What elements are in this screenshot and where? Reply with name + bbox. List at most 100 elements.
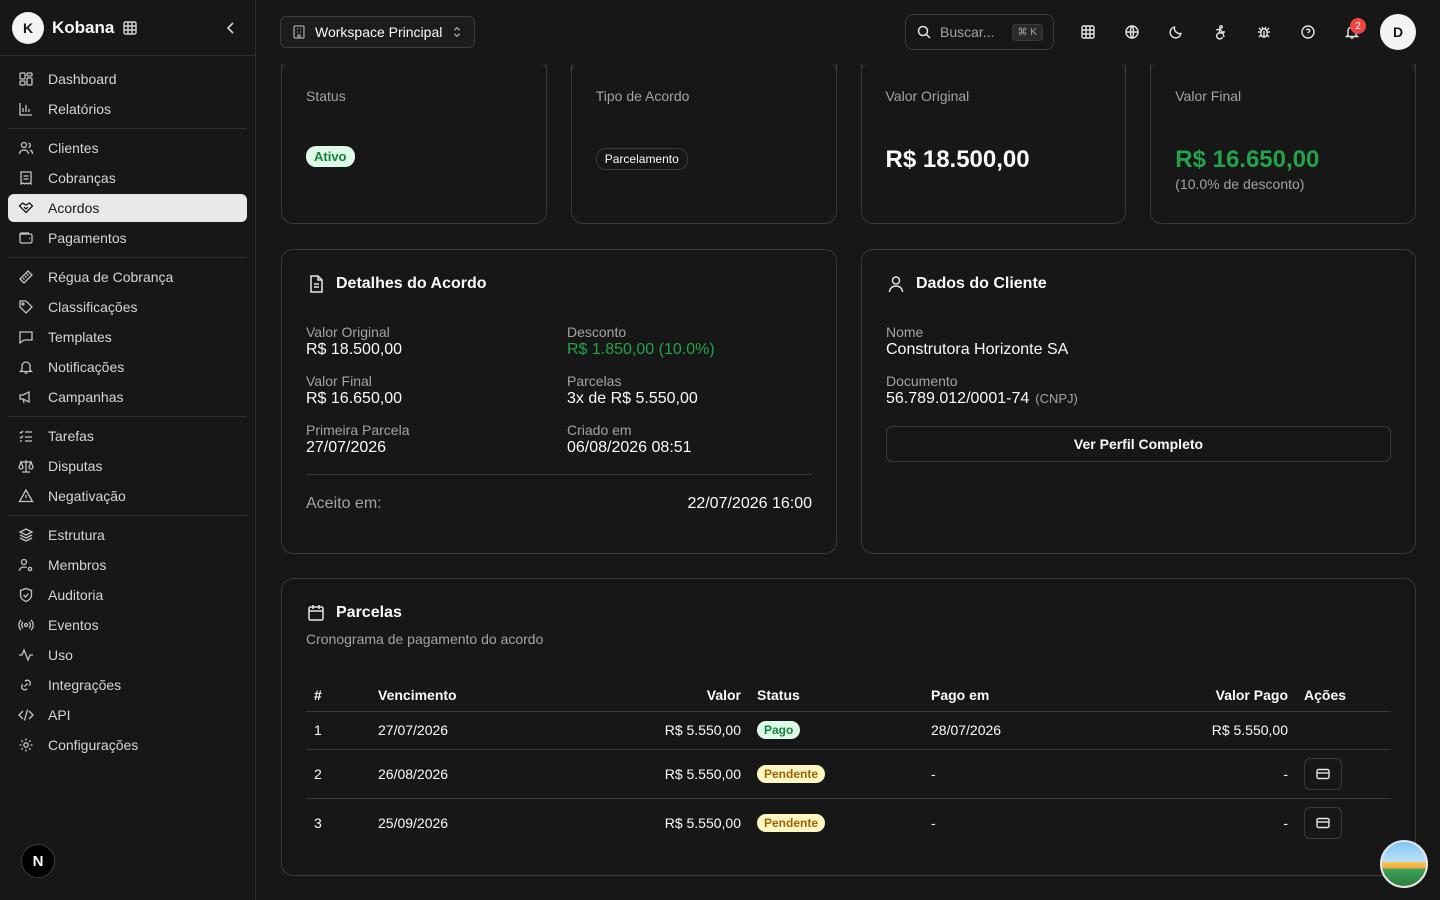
sidebar-item-cobrancas[interactable]: Cobranças xyxy=(8,164,247,192)
collapse-sidebar-icon[interactable] xyxy=(219,16,243,40)
sidebar-item-uso[interactable]: Uso xyxy=(8,641,247,669)
workspace-select[interactable]: Workspace Principal xyxy=(280,16,476,48)
sidebar-item-configuracoes[interactable]: Configurações xyxy=(8,731,247,759)
sidebar-item-membros[interactable]: Membros xyxy=(8,551,247,579)
activity-icon xyxy=(19,648,33,662)
globe-icon xyxy=(1125,25,1139,39)
sidebar-item-relatorios[interactable]: Relatórios xyxy=(8,95,247,123)
sidebar-item-label: Eventos xyxy=(48,617,99,633)
search-placeholder: Buscar... xyxy=(940,24,995,40)
cell-due-date: 26/08/2026 xyxy=(370,749,550,799)
org-avatar[interactable]: K xyxy=(12,11,44,44)
sidebar-item-auditoria[interactable]: Auditoria xyxy=(8,581,247,609)
sidebar-item-acordos[interactable]: Acordos xyxy=(8,194,247,222)
installments-header: Parcelas xyxy=(306,603,1391,623)
sidebar-item-clientes[interactable]: Clientes xyxy=(8,134,247,162)
nav-group-comms: Régua de Cobrança Classificações Templat… xyxy=(8,258,247,417)
notifications-button[interactable]: 2 xyxy=(1330,14,1374,50)
topbar: Workspace Principal Buscar... ⌘ K 2 D xyxy=(256,0,1440,64)
stats-row: Status Ativo Tipo de Acordo Parcelamento… xyxy=(281,62,1416,224)
sidebar: K Kobana Dashboard Relatórios Clientes C… xyxy=(0,0,256,900)
chevrons-up-down-icon xyxy=(454,26,461,38)
client-name-field: Nome Construtora Horizonte SA xyxy=(886,324,1391,359)
floating-assistant-button[interactable] xyxy=(1380,840,1428,888)
sidebar-item-api[interactable]: API xyxy=(8,701,247,729)
sidebar-item-tarefas[interactable]: Tarefas xyxy=(8,422,247,450)
view-full-profile-button[interactable]: Ver Perfil Completo xyxy=(886,426,1391,462)
client-name: Construtora Horizonte SA xyxy=(886,341,1069,358)
nav-group-main: Dashboard Relatórios xyxy=(8,60,247,129)
nav-group-admin: Estrutura Membros Auditoria Eventos Uso … xyxy=(8,516,247,764)
sidebar-item-label: Estrutura xyxy=(48,527,105,543)
pay-installment-button[interactable] xyxy=(1304,806,1342,839)
installments-description: Cronograma de pagamento do acordo xyxy=(306,631,544,647)
cell-number: 2 xyxy=(306,749,370,799)
help-button[interactable] xyxy=(1286,14,1330,50)
original-value: R$ 18.500,00 xyxy=(885,146,1030,173)
dashboard-icon xyxy=(19,72,33,86)
brand-name[interactable]: Kobana xyxy=(52,18,114,38)
cell-number: 3 xyxy=(314,814,322,831)
field-value: R$ 18.500,00 xyxy=(306,341,403,358)
sidebar-item-pagamentos[interactable]: Pagamentos xyxy=(8,224,247,252)
theme-toggle-button[interactable] xyxy=(1154,14,1198,50)
cell-number: 1 xyxy=(306,711,370,750)
sidebar-item-dashboard[interactable]: Dashboard xyxy=(8,65,247,93)
footer-avatar[interactable]: N xyxy=(21,844,55,878)
client-data-header: Dados do Cliente xyxy=(886,274,1391,294)
cell-paid-amount: - xyxy=(1113,749,1296,799)
sidebar-item-disputas[interactable]: Disputas xyxy=(8,452,247,480)
radio-icon xyxy=(18,619,34,631)
language-button[interactable] xyxy=(1110,14,1154,50)
credit-card-icon xyxy=(1316,817,1330,828)
sidebar-item-label: Acordos xyxy=(48,200,100,216)
field-original-value: Valor Original R$ 18.500,00 xyxy=(306,324,567,359)
apps-grid-button[interactable] xyxy=(1066,14,1110,50)
sidebar-item-negativacao[interactable]: Negativação xyxy=(8,482,247,510)
client-document: 56.789.012/0001-74 (CNPJ) xyxy=(886,390,1391,408)
bell-icon xyxy=(18,361,34,374)
user-avatar[interactable]: D xyxy=(1380,14,1416,50)
calendar-icon xyxy=(308,605,324,621)
sidebar-item-label: Templates xyxy=(48,329,112,345)
field-discount: Desconto R$ 1.850,00 (10.0%) xyxy=(567,324,812,359)
sidebar-item-label: Classificações xyxy=(48,299,138,315)
sidebar-item-label: Campanhas xyxy=(48,389,124,405)
agreement-details-title: Detalhes do Acordo xyxy=(336,275,487,292)
field-label: Desconto xyxy=(567,324,627,340)
field-label: Documento xyxy=(886,373,958,389)
building-icon xyxy=(293,25,305,39)
col-paid-amount: Valor Pago xyxy=(1113,679,1296,712)
accessibility-icon xyxy=(1215,25,1225,40)
debug-button[interactable] xyxy=(1242,14,1286,50)
sidebar-item-templates[interactable]: Templates xyxy=(8,323,247,351)
field-label: Parcelas xyxy=(567,373,622,389)
message-square-icon xyxy=(19,331,33,345)
pay-installment-button[interactable] xyxy=(1304,757,1342,790)
agreement-type-label: Tipo de Acordo xyxy=(595,88,690,104)
cell-actions xyxy=(1296,749,1391,799)
sidebar-item-label: Integrações xyxy=(48,677,122,693)
sidebar-item-integracoes[interactable]: Integrações xyxy=(8,671,247,699)
accepted-at-row: Aceito em: 22/07/2026 16:00 xyxy=(306,495,812,513)
sidebar-item-campanhas[interactable]: Campanhas xyxy=(8,383,247,411)
field-label: Primeira Parcela xyxy=(306,422,410,438)
accessibility-button[interactable] xyxy=(1198,14,1242,50)
sidebar-item-estrutura[interactable]: Estrutura xyxy=(8,521,247,549)
sidebar-item-regua[interactable]: Régua de Cobrança xyxy=(8,263,247,291)
search-input[interactable]: Buscar... ⌘ K xyxy=(905,14,1054,50)
sidebar-item-notificacoes[interactable]: Notificações xyxy=(8,353,247,381)
layers-icon xyxy=(18,528,34,542)
user-icon xyxy=(888,276,904,293)
sidebar-item-classificacoes[interactable]: Classificações xyxy=(8,293,247,321)
cell-actions xyxy=(1296,711,1391,750)
credit-card-icon xyxy=(1316,768,1330,779)
settings-icon xyxy=(19,738,33,752)
receipt-icon xyxy=(20,171,32,186)
grid-icon[interactable] xyxy=(122,20,138,36)
table-header-row: # Vencimento Valor Status Pago em Valor … xyxy=(306,679,1391,712)
accepted-at-value: 22/07/2026 16:00 xyxy=(687,495,812,512)
field-created-at: Criado em 06/08/2026 08:51 xyxy=(567,422,812,457)
sidebar-item-label: Configurações xyxy=(48,737,139,753)
sidebar-item-eventos[interactable]: Eventos xyxy=(8,611,247,639)
